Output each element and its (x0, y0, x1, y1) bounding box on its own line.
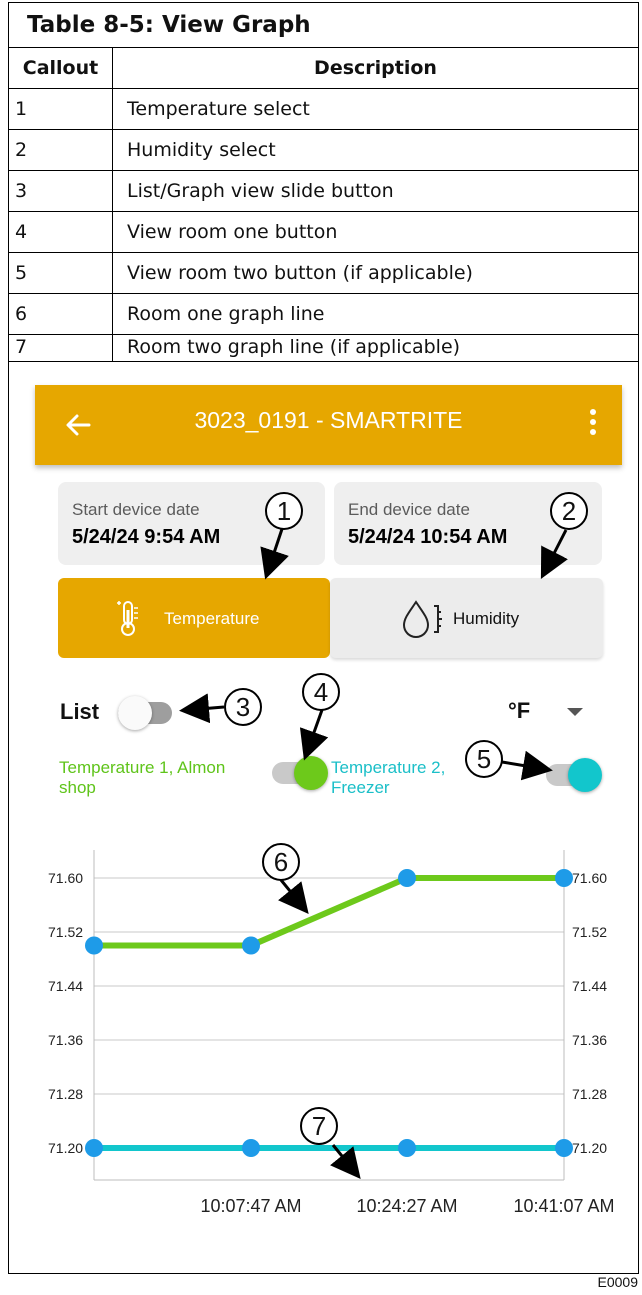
callout-7: 7 (300, 1107, 338, 1145)
callout-6: 6 (262, 843, 300, 881)
callout-1: 1 (265, 492, 303, 530)
figure-code: E0009 (597, 1274, 638, 1290)
callout-2: 2 (550, 492, 588, 530)
callout-5: 5 (465, 740, 503, 778)
callout-3: 3 (224, 688, 262, 726)
callout-arrows (179, 528, 568, 1179)
callout-4: 4 (302, 673, 340, 711)
